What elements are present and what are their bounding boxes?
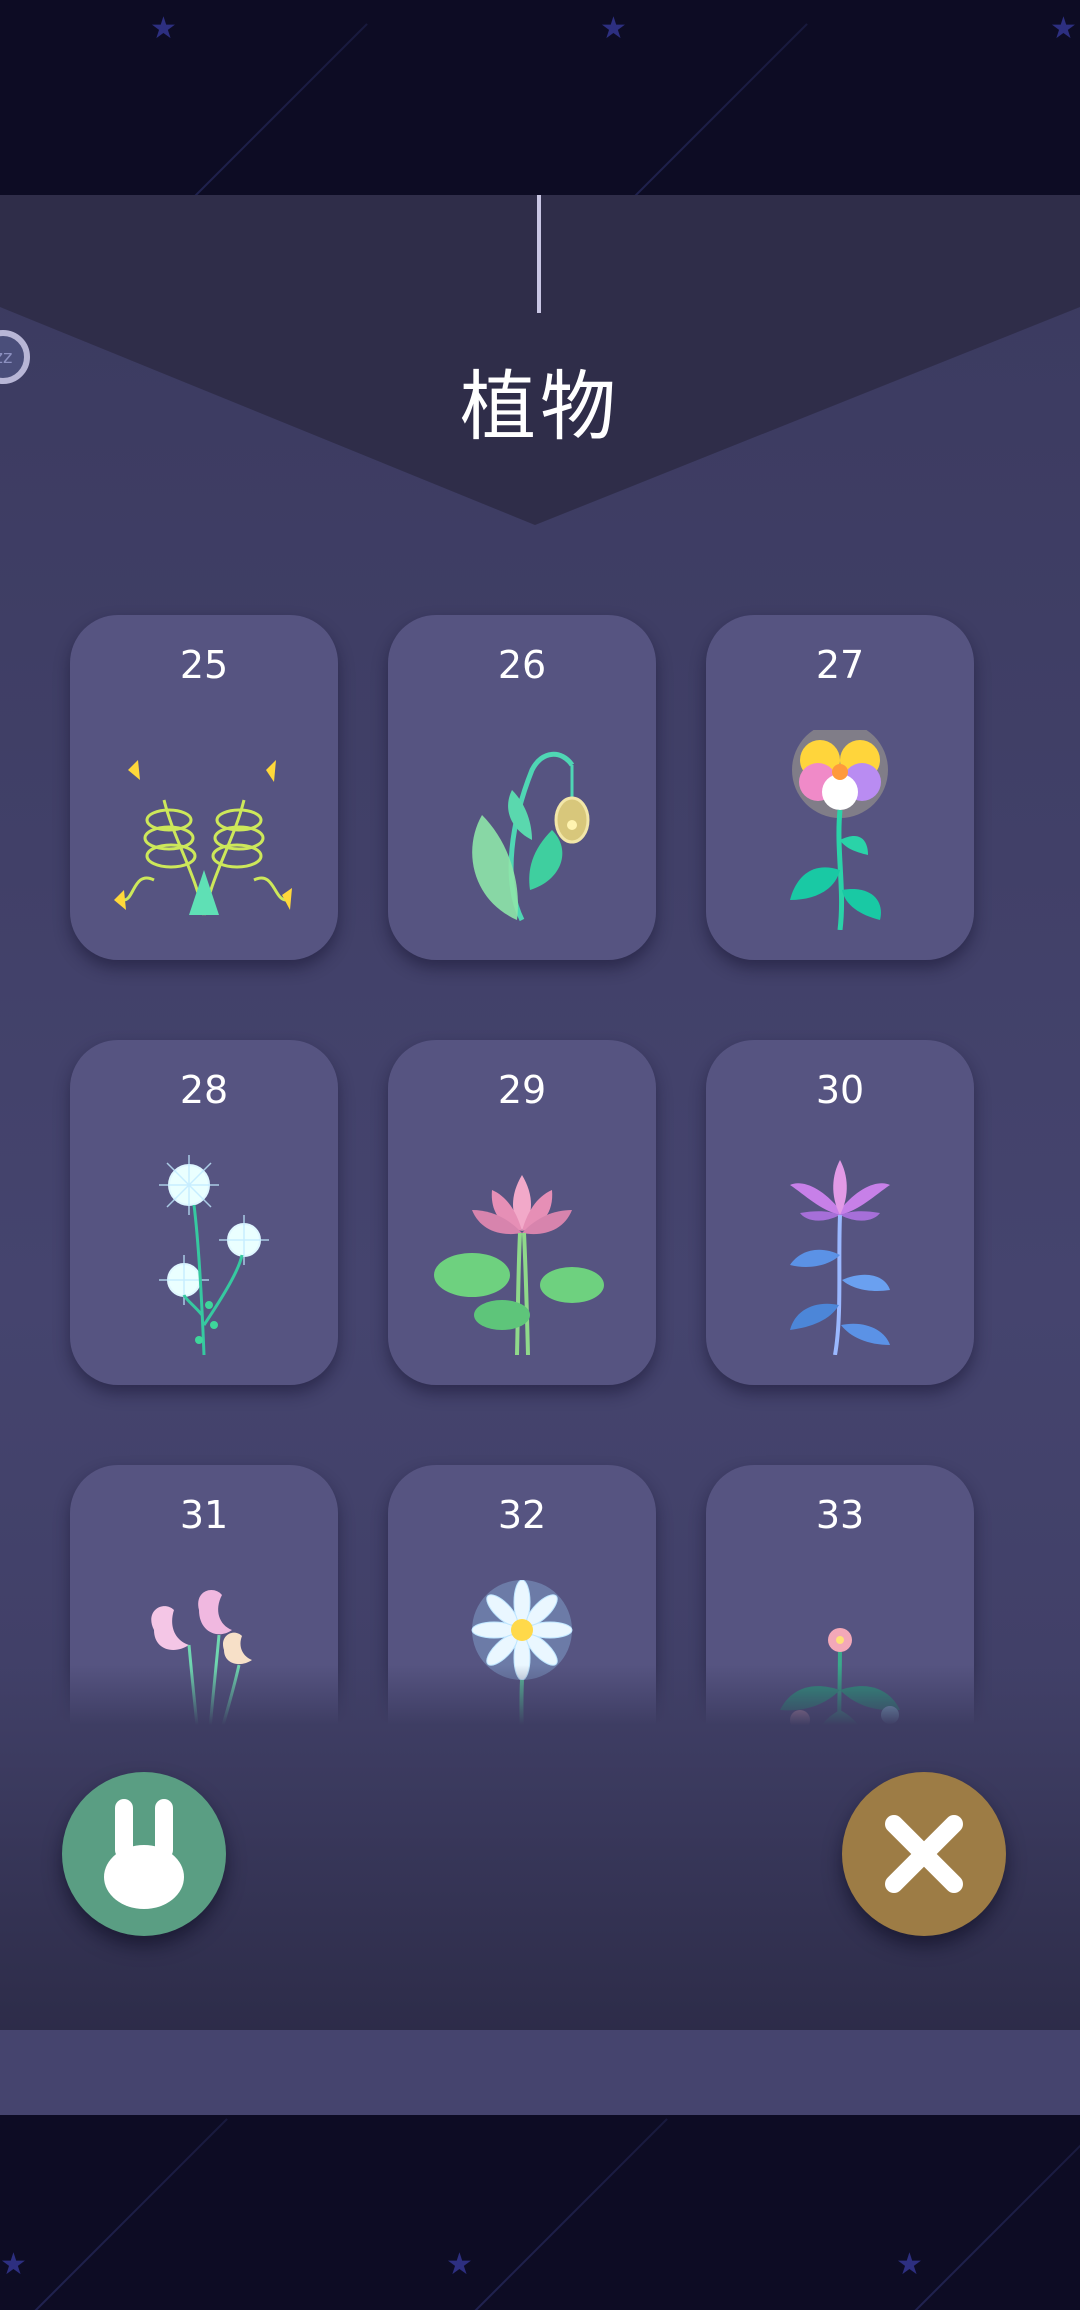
plant-number: 30	[815, 1068, 865, 1112]
dandelion-puff-icon	[159, 1155, 269, 1355]
star-icon: ★	[150, 11, 177, 46]
plant-number: 33	[815, 1493, 865, 1537]
star-icon: ★	[600, 11, 627, 46]
spring-bulb-plant-icon	[114, 760, 292, 916]
pansy-flower-icon	[790, 730, 888, 930]
star-icon: ★	[446, 2247, 473, 2282]
page-title: 植物	[460, 362, 620, 451]
star-icon: ★	[1050, 11, 1077, 46]
plant-number: 29	[497, 1068, 547, 1112]
lightbulb-sprout-icon	[472, 751, 590, 922]
plant-number: 25	[179, 643, 229, 687]
plant-number: 28	[179, 1068, 229, 1112]
bottom-bar	[0, 1725, 1080, 2030]
plant-card-27[interactable]: 27	[706, 615, 974, 960]
rabbit-icon	[104, 1799, 184, 1909]
hanging-string	[537, 195, 541, 313]
night-sky-top: ★ ★ ★	[0, 0, 1080, 195]
close-icon	[885, 1815, 963, 1893]
plant-card-26[interactable]: 26	[388, 615, 656, 960]
plant-number: 32	[497, 1493, 547, 1537]
lotus-flower-icon	[434, 1175, 604, 1355]
night-sky-bottom: ★ ★ ★	[0, 2115, 1080, 2310]
plant-number: 27	[815, 643, 865, 687]
plant-card-25[interactable]: 25	[70, 615, 338, 960]
grid-fade	[0, 1665, 1080, 1725]
lily-flower-icon	[790, 1160, 890, 1355]
star-icon: ★	[896, 2247, 923, 2282]
plant-number: 26	[497, 643, 547, 687]
plant-card-29[interactable]: 29	[388, 1040, 656, 1385]
plant-number: 31	[179, 1493, 229, 1537]
star-icon: ★	[0, 2247, 27, 2282]
panel-footer	[0, 2030, 1080, 2115]
plant-card-28[interactable]: 28	[70, 1040, 338, 1385]
bunny-button[interactable]	[62, 1772, 226, 1936]
close-button[interactable]	[842, 1772, 1006, 1936]
plant-card-30[interactable]: 30	[706, 1040, 974, 1385]
